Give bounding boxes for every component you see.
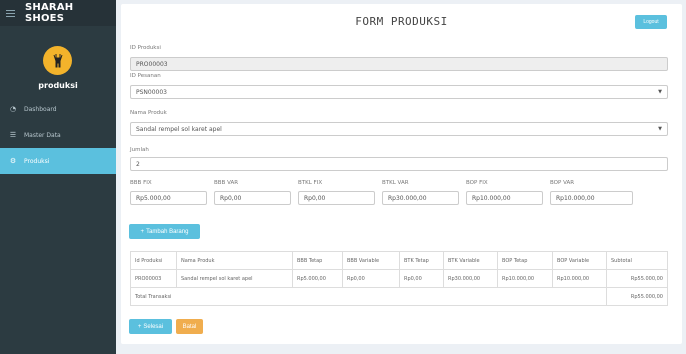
table-header-row: Id Produksi Nama Produk BBB Tetap BBB Va…: [130, 251, 668, 270]
nama-produk-label: Nama Produk: [130, 110, 167, 116]
bop-fix-label: BOP FIX: [466, 180, 488, 186]
sidebar-item-label: Dashboard: [24, 105, 57, 113]
menu-toggle-icon[interactable]: [6, 9, 15, 17]
id-pesanan-label: ID Pesanan: [130, 73, 161, 79]
dashboard-icon: ◔: [9, 105, 17, 113]
table-cell: Rp0,00: [342, 269, 400, 288]
bbb-var-input[interactable]: Rp0,00: [214, 191, 291, 205]
finish-button[interactable]: + Selesai: [129, 319, 172, 334]
table-cell: Rp30.000,00: [443, 269, 498, 288]
logout-button[interactable]: Logout: [635, 15, 667, 29]
column-header: Id Produksi: [130, 251, 177, 270]
sidebar-item-dashboard[interactable]: ◔ Dashboard: [0, 96, 116, 122]
column-header: BOP Tetap: [497, 251, 553, 270]
bbb-fix-input[interactable]: Rp5.000,00: [130, 191, 207, 205]
plus-icon: +: [137, 323, 142, 330]
chevron-down-icon: ▼: [658, 89, 662, 95]
btkl-fix-input[interactable]: Rp0,00: [298, 191, 375, 205]
list-icon: ☰: [9, 131, 17, 139]
cancel-button[interactable]: Batal: [176, 319, 203, 334]
sidebar-item-produksi[interactable]: ⚙ Produksi: [0, 148, 116, 174]
sidebar-item-master-data[interactable]: ☰ Master Data: [0, 122, 116, 148]
jumlah-label: Jumlah: [130, 147, 149, 153]
sidebar-nav: ◔ Dashboard ☰ Master Data ⚙ Produksi: [0, 96, 116, 174]
btkl-var-label: BTKL VAR: [382, 180, 409, 186]
bbb-fix-label: BBB FIX: [130, 180, 152, 186]
column-header: BOP Variable: [552, 251, 607, 270]
column-header: BTK Variable: [443, 251, 498, 270]
production-table: Id Produksi Nama Produk BBB Tetap BBB Va…: [130, 251, 668, 306]
table-row: PRO00003 Sandal rempel sol karet apel Rp…: [130, 269, 668, 288]
brand-title: SHARAH SHOES: [24, 2, 74, 24]
column-header: BBB Tetap: [292, 251, 343, 270]
add-item-button[interactable]: + Tambah Barang: [129, 224, 200, 239]
deer-icon: [53, 53, 62, 67]
form-panel: FORM PRODUKSI Logout ID Produksi PRO0000…: [121, 4, 682, 344]
table-cell: Rp0,00: [399, 269, 444, 288]
brand-bar: SHARAH SHOES: [0, 0, 116, 26]
id-produksi-field: PRO00003: [130, 57, 668, 71]
sidebar: SHARAH SHOES produksi ◔ Dashboard ☰ Mast…: [0, 0, 116, 354]
chevron-down-icon: ▼: [658, 126, 662, 132]
id-produksi-label: ID Produksi: [130, 45, 161, 51]
total-value: Rp55.000,00: [606, 287, 668, 306]
avatar: [43, 46, 72, 75]
column-header: Subtotal: [606, 251, 668, 270]
table-cell: Rp5.000,00: [292, 269, 343, 288]
bop-var-label: BOP VAR: [550, 180, 575, 186]
column-header: BTK Tetap: [399, 251, 444, 270]
table-cell: Rp10.000,00: [497, 269, 553, 288]
id-pesanan-value: PSN00003: [136, 88, 168, 96]
table-cell: Rp10.000,00: [552, 269, 607, 288]
bop-var-input[interactable]: Rp10.000,00: [550, 191, 633, 205]
plus-icon: +: [140, 228, 145, 235]
nama-produk-value: Sandal rempel sol karet apel: [136, 125, 222, 133]
table-cell: Sandal rempel sol karet apel: [176, 269, 293, 288]
sidebar-item-label: Produksi: [24, 157, 50, 165]
btkl-fix-label: BTKL FIX: [298, 180, 323, 186]
id-pesanan-select[interactable]: PSN00003 ▼: [130, 85, 668, 99]
table-cell: Rp55.000,00: [606, 269, 668, 288]
gears-icon: ⚙: [9, 157, 17, 165]
finish-label: Selesai: [143, 323, 164, 330]
add-item-label: Tambah Barang: [146, 228, 189, 235]
user-name: produksi: [38, 81, 78, 90]
table-cell: PRO00003: [130, 269, 177, 288]
column-header: Nama Produk: [176, 251, 293, 270]
bbb-var-label: BBB VAR: [214, 180, 239, 186]
page-title: FORM PRODUKSI: [355, 15, 448, 28]
nama-produk-select[interactable]: Sandal rempel sol karet apel ▼: [130, 122, 668, 136]
total-row: Total Transaksi Rp55.000,00: [130, 287, 668, 306]
column-header: BBB Variable: [342, 251, 400, 270]
total-label: Total Transaksi: [130, 287, 607, 306]
sidebar-item-label: Master Data: [24, 131, 61, 139]
jumlah-input[interactable]: 2: [130, 157, 668, 171]
bop-fix-input[interactable]: Rp10.000,00: [466, 191, 543, 205]
btkl-var-input[interactable]: Rp30.000,00: [382, 191, 459, 205]
